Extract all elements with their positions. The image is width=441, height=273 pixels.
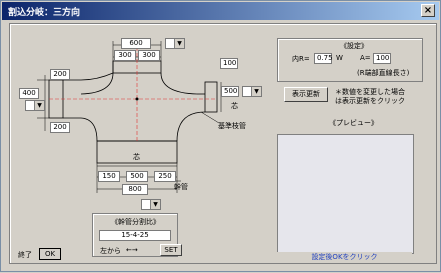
bottom-total-field[interactable]: 800	[122, 184, 148, 195]
bottom-mid-field[interactable]: 500	[126, 171, 148, 182]
left-curve-bottom	[80, 117, 98, 142]
right-mid-select[interactable]: ▼	[242, 86, 262, 97]
settings-note: (R端部直線長さ)	[357, 69, 410, 77]
a-label: A=	[360, 54, 371, 62]
left-curve-top	[80, 72, 114, 95]
top-width-field[interactable]: 600	[121, 38, 151, 49]
preview-area	[277, 134, 414, 254]
inner-r-field[interactable]: 0.75	[314, 53, 333, 64]
bottom-left-field[interactable]: 150	[98, 171, 120, 182]
bottom-total-select[interactable]: ▼	[141, 199, 161, 210]
top-height-field[interactable]: 100	[220, 58, 238, 69]
left-mid-field[interactable]: 400	[19, 88, 39, 99]
status-text: 設定後OKをクリック	[277, 252, 412, 262]
base-branch-label: 基準枝管	[218, 122, 246, 130]
main-pipe-label: 幹管	[174, 183, 188, 191]
dialog-window: 割込分岐：三方向 × 600 ▼ 300 300 100 200 400 ▼ 2…	[0, 0, 441, 272]
chevron-down-icon: ▼	[150, 200, 160, 209]
from-left-label: 左から	[100, 247, 121, 255]
inner-r-label: 内R=	[292, 55, 310, 63]
chevron-down-icon: ▼	[34, 101, 44, 110]
left-mid-select[interactable]: ▼	[25, 100, 45, 111]
ok-button[interactable]: OK	[39, 248, 61, 260]
w-label: W	[336, 54, 343, 62]
left-bottom-field[interactable]: 200	[50, 122, 70, 133]
chevron-down-icon: ▼	[174, 39, 184, 48]
end-label: 終了	[18, 251, 32, 259]
top-width-select[interactable]: ▼	[165, 38, 185, 49]
refresh-button[interactable]: 表示更新	[284, 87, 328, 102]
right-mid-field[interactable]: 500	[221, 86, 239, 97]
top-split-left-field[interactable]: 300	[114, 50, 136, 61]
center-label: 芯	[133, 153, 140, 161]
ratio-title: 《幹管分割比》	[111, 218, 160, 226]
right-flange	[204, 81, 218, 113]
right-curve-bottom	[176, 111, 206, 142]
update-note-2: は表示更新をクリック	[335, 97, 405, 105]
chevron-down-icon: ▼	[251, 87, 261, 96]
right-curve-top	[160, 72, 198, 95]
left-top-field[interactable]: 200	[50, 69, 70, 80]
top-split-right-field[interactable]: 300	[138, 50, 160, 61]
arrow-label: ←→	[126, 246, 138, 254]
preview-title: 《プレビュー》	[329, 119, 378, 127]
settings-title: 《設定》	[340, 42, 368, 50]
ratio-field[interactable]: 15-4-25	[99, 230, 171, 241]
a-field[interactable]: 100	[373, 53, 391, 64]
bottom-right-field[interactable]: 250	[154, 171, 176, 182]
set-button[interactable]: SET	[160, 244, 182, 256]
right-center-label: 芯	[231, 102, 238, 110]
